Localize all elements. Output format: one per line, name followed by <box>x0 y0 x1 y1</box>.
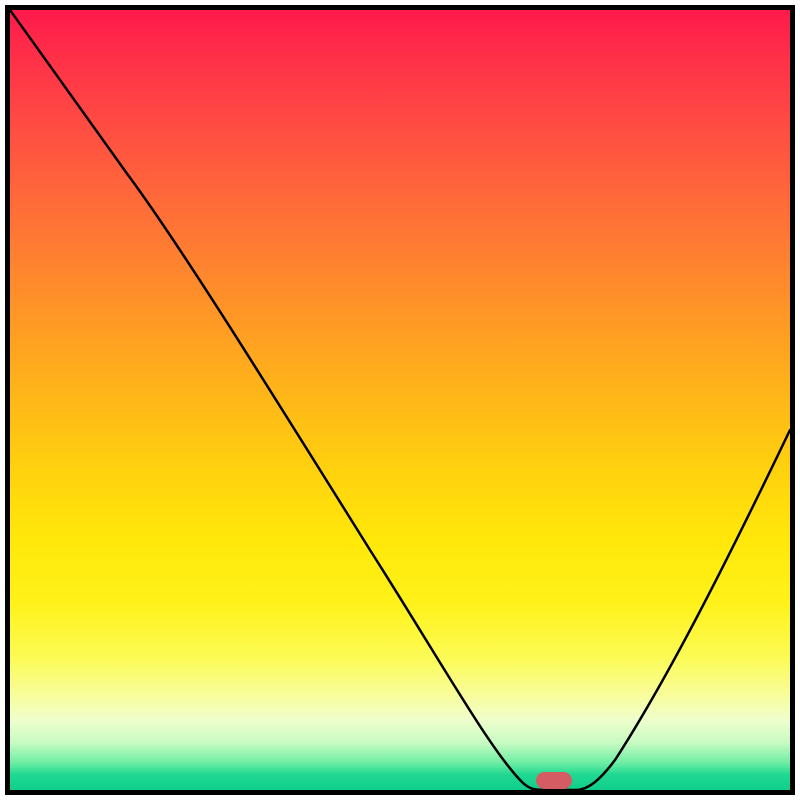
optimal-marker <box>536 772 572 789</box>
curve-path <box>10 10 790 790</box>
bottleneck-curve <box>10 10 790 790</box>
chart-frame <box>5 5 795 795</box>
plot-area <box>10 10 790 790</box>
